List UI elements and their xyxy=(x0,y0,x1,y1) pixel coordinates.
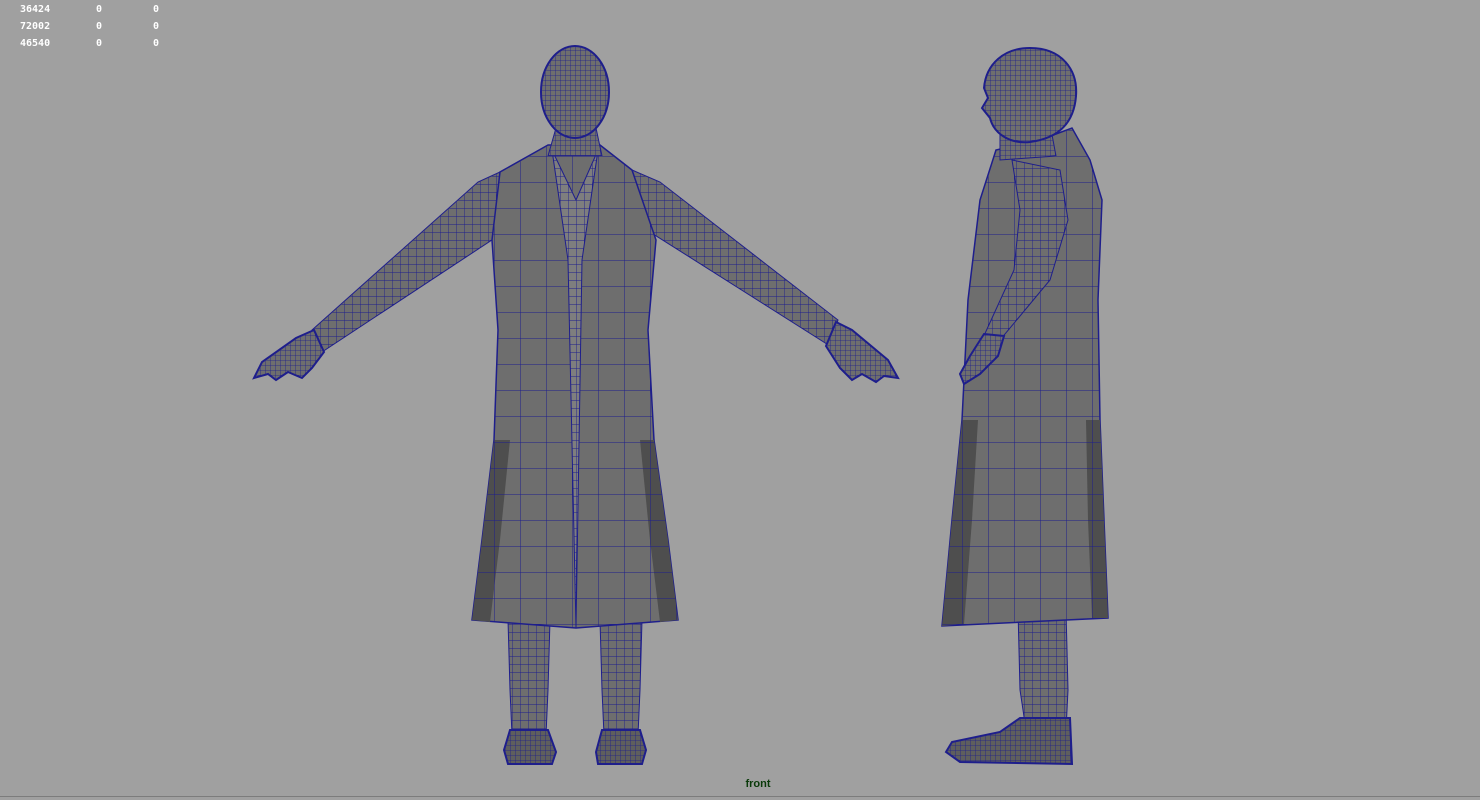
viewport-bottom-border xyxy=(0,796,1480,797)
3d-viewport[interactable]: 36424 0 0 72002 0 0 46540 0 0 front xyxy=(0,0,1480,800)
scene-render xyxy=(252,45,1109,766)
side-figure-mesh[interactable] xyxy=(941,46,1109,766)
camera-label: front xyxy=(745,778,771,790)
front-figure-mesh[interactable] xyxy=(252,45,900,765)
